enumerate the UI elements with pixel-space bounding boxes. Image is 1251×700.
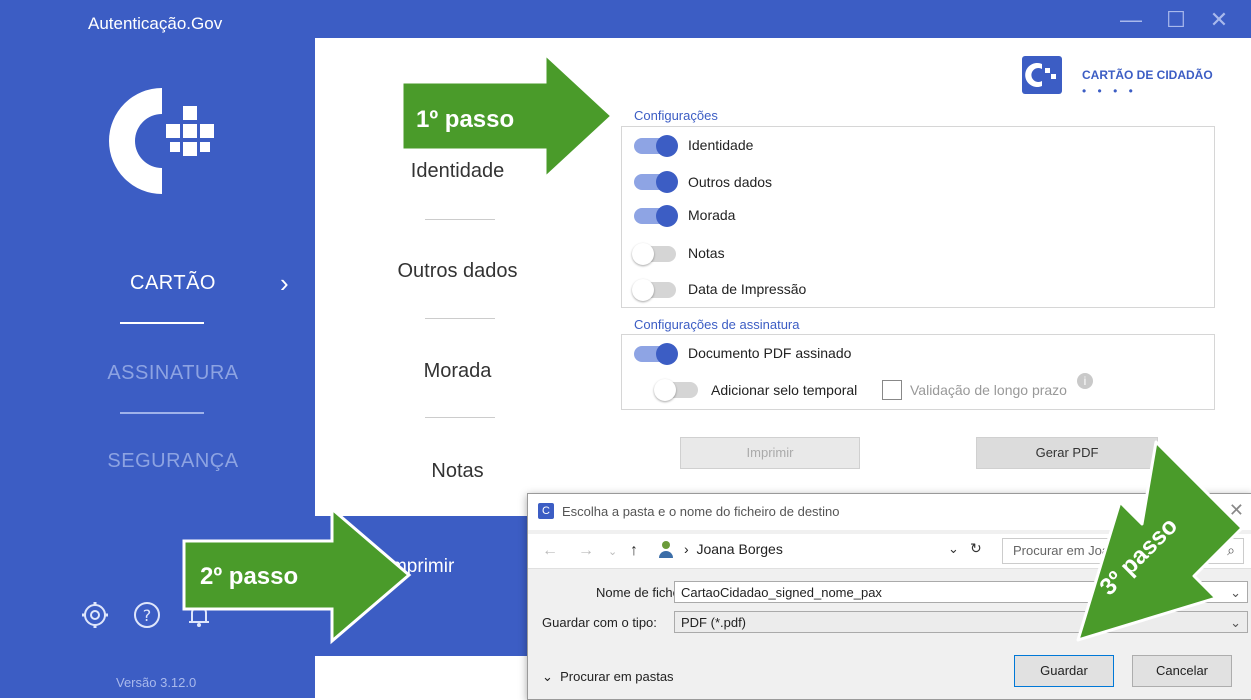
toggle-identidade[interactable] (634, 135, 678, 157)
step2-label: 2º passo (200, 563, 299, 590)
print-button[interactable]: Imprimir (680, 437, 860, 469)
tab-notas[interactable]: Notas (315, 460, 600, 483)
dialog-title: Escolha a pasta e o nome do ficheiro de … (562, 504, 840, 519)
browse-folders-toggle[interactable]: ⌄ Procurar em pastas (542, 669, 674, 685)
tab-divider (425, 318, 495, 319)
app-title: Autenticação.Gov (88, 14, 223, 33)
sidebar-item-cartao[interactable]: CARTÃO (68, 272, 278, 295)
brand-logo (1022, 56, 1062, 94)
option-label: Identidade (688, 137, 754, 153)
nav-divider (120, 322, 204, 324)
up-arrow-icon[interactable]: ↑ (630, 542, 638, 560)
toggle-notas[interactable] (632, 243, 676, 265)
option-label: Documento PDF assinado (688, 345, 852, 361)
path-box[interactable]: › Joana Borges ⌄ ↻ (658, 538, 988, 562)
gear-icon[interactable] (80, 600, 110, 630)
filetype-label: Guardar com o tipo: (542, 615, 657, 630)
minimize-icon[interactable]: — (1117, 6, 1145, 34)
tab-morada[interactable]: Morada (315, 360, 600, 383)
config-title: Configurações (634, 108, 718, 123)
option-label: Morada (688, 207, 736, 223)
chevron-down-icon[interactable]: ⌄ (948, 541, 959, 557)
close-icon[interactable]: ✕ (1205, 6, 1233, 34)
chevron-right-icon: › (280, 268, 289, 298)
long-term-checkbox[interactable] (882, 380, 902, 400)
sidebar-item-assinatura[interactable]: ASSINATURA (68, 362, 278, 385)
option-label: Validação de longo prazo (910, 382, 1067, 398)
option-label: Data de Impressão (688, 281, 807, 297)
option-label: Notas (688, 245, 725, 261)
toggle-outros-dados[interactable] (634, 171, 678, 193)
tab-divider (425, 219, 495, 220)
svg-text:?: ? (143, 606, 152, 625)
window-titlebar: — ☐ ✕ (315, 0, 1251, 38)
back-arrow-icon[interactable]: ← (542, 542, 558, 560)
brand-text: CARTÃO DE CIDADÃO (1082, 68, 1213, 82)
nav-divider (120, 412, 204, 414)
chevron-down-icon[interactable]: ⌄ (608, 545, 617, 558)
app-logo (109, 88, 214, 194)
option-label: Adicionar selo temporal (711, 382, 858, 398)
toggle-timestamp[interactable] (654, 379, 698, 401)
toggle-morada[interactable] (634, 205, 678, 227)
forward-arrow-icon[interactable]: → (578, 542, 594, 560)
tab-divider (425, 417, 495, 418)
app-icon: C (538, 503, 554, 519)
toggle-signed-pdf[interactable] (634, 343, 678, 365)
version-label: Versão 3.12.0 (116, 675, 197, 690)
sidebar-item-seguranca[interactable]: SEGURANÇA (68, 450, 278, 473)
option-label: Outros dados (688, 174, 773, 190)
info-icon[interactable]: i (1077, 373, 1093, 389)
brand-dots: • • • • (1082, 84, 1137, 98)
path-text: › Joana Borges (684, 541, 783, 557)
toggle-data-impressao[interactable] (632, 279, 676, 301)
signature-title: Configurações de assinatura (634, 317, 800, 332)
user-icon (659, 541, 673, 558)
refresh-icon[interactable]: ↻ (970, 540, 982, 557)
tab-outros-dados[interactable]: Outros dados (315, 260, 600, 283)
step1-label: 1º passo (416, 106, 515, 133)
maximize-icon[interactable]: ☐ (1162, 6, 1190, 34)
help-icon[interactable]: ? (132, 600, 162, 630)
